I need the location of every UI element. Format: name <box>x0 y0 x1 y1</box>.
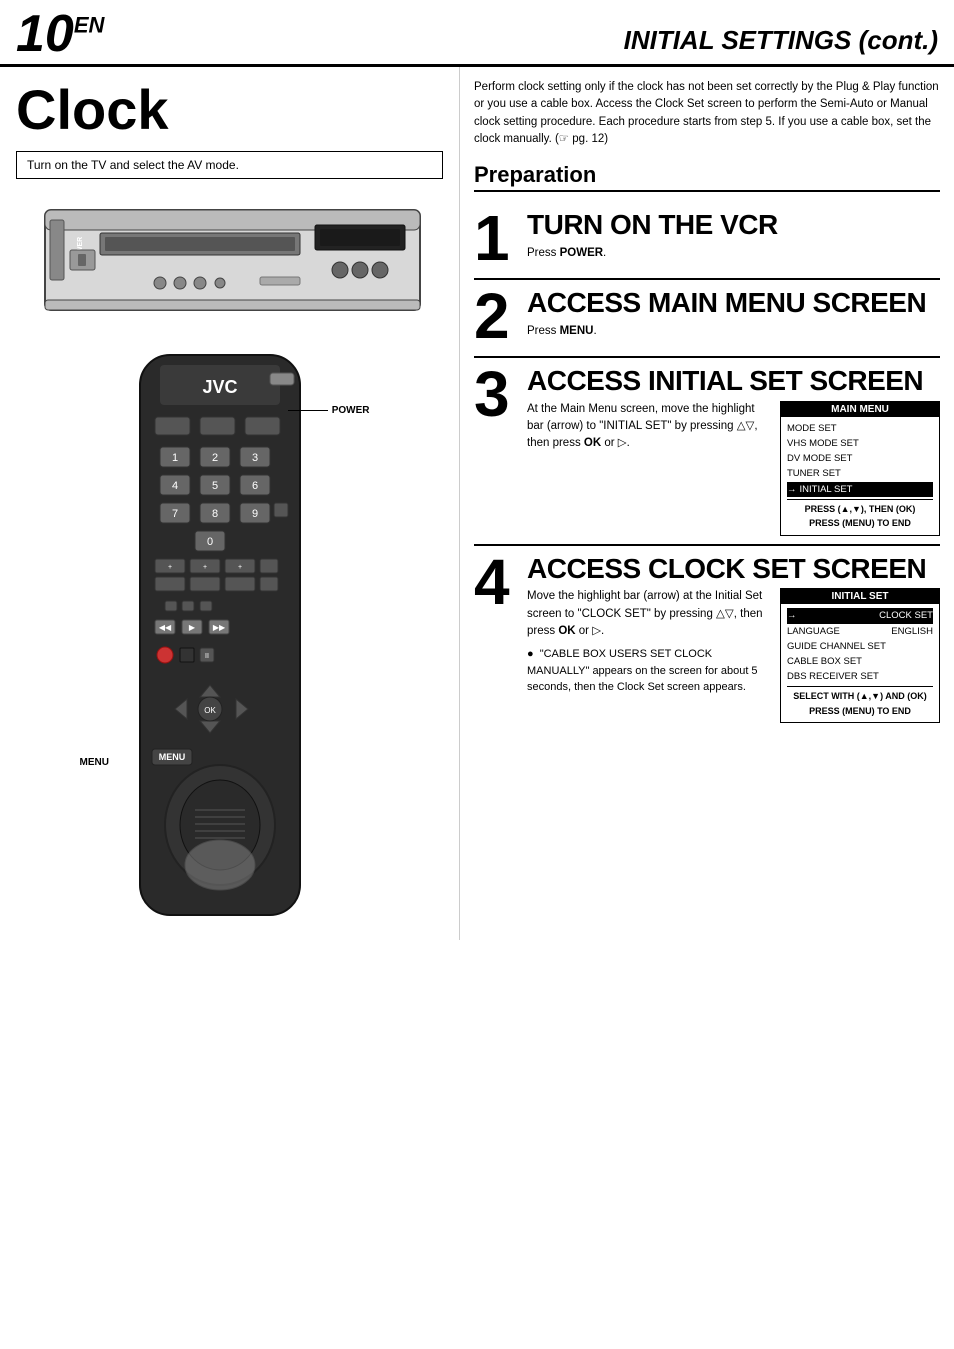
main-layout: Clock Turn on the TV and select the AV m… <box>0 67 954 940</box>
svg-text:▶▶: ▶▶ <box>212 623 225 632</box>
step-3-number: 3 <box>474 362 519 536</box>
remote-svg: JVC 1 2 3 4 5 <box>100 345 340 925</box>
svg-text:II: II <box>205 653 209 660</box>
step-3-content: ACCESS INITIAL SET SCREEN At the Main Me… <box>527 362 940 536</box>
initial-set-row-cable: CABLE BOX SET <box>787 654 933 669</box>
guide-label: GUIDE CHANNEL SET <box>787 639 886 654</box>
initial-set-row-guide: GUIDE CHANNEL SET <box>787 639 933 654</box>
menu-item-initial-set: INITIAL SET <box>787 482 933 497</box>
svg-text:2: 2 <box>211 452 217 464</box>
svg-text:+: + <box>167 564 171 571</box>
step-4-heading: ACCESS CLOCK SET SCREEN <box>527 554 940 585</box>
svg-text:0: 0 <box>206 536 212 548</box>
remote-area: POWER MENU JVC <box>16 345 443 928</box>
cable-note: "CABLE BOX USERS SET CLOCK MANUALLY" app… <box>527 646 772 696</box>
step-4-number: 4 <box>474 550 519 730</box>
language-label: LANGUAGE <box>787 624 840 639</box>
main-menu-title: MAIN MENU <box>781 402 939 417</box>
step-3-heading: ACCESS INITIAL SET SCREEN <box>527 366 940 397</box>
step-2-text-before: Press <box>527 325 560 337</box>
page-suffix: EN <box>74 13 105 38</box>
arrow-marker <box>787 608 799 623</box>
step-1: 1 TURN ON THE VCR Press POWER. <box>474 202 940 280</box>
remote-power-label: POWER <box>288 405 370 416</box>
step-3-inner: At the Main Menu screen, move the highli… <box>527 401 940 536</box>
initial-set-panel: INITIAL SET CLOCK SET LANGUAGE ENGLISH <box>780 588 940 723</box>
svg-text:7: 7 <box>171 508 177 520</box>
power-label-text: POWER <box>332 405 370 416</box>
svg-text:3: 3 <box>251 452 257 464</box>
menu-item-dv-mode-set: DV MODE SET <box>787 451 933 466</box>
page-number: 10EN <box>16 8 104 60</box>
page-number-value: 10 <box>16 5 74 63</box>
svg-text:▶: ▶ <box>188 623 195 632</box>
step-4-inner: Move the highlight bar (arrow) at the In… <box>527 588 940 729</box>
initial-set-row-language: LANGUAGE ENGLISH <box>787 624 933 639</box>
step-4-content: ACCESS CLOCK SET SCREEN Move the highlig… <box>527 550 940 730</box>
menu-item-tuner-set: TUNER SET <box>787 466 933 481</box>
step-2-text: Press MENU. <box>527 323 940 340</box>
step-1-number: 1 <box>474 206 519 270</box>
svg-text:MENU: MENU <box>158 752 185 762</box>
step-2-content: ACCESS MAIN MENU SCREEN Press MENU. <box>527 284 940 348</box>
header-title: INITIAL SETTINGS (cont.) <box>624 25 938 60</box>
remote-wrapper: POWER MENU JVC <box>100 345 360 928</box>
step-3-text: At the Main Menu screen, move the highli… <box>527 401 772 536</box>
page-header: 10EN INITIAL SETTINGS (cont.) <box>0 0 954 67</box>
cable-label: CABLE BOX SET <box>787 654 862 669</box>
svg-text:OK: OK <box>204 706 216 715</box>
main-menu-body: MODE SET VHS MODE SET DV MODE SET TUNER … <box>781 417 939 535</box>
step-3: 3 ACCESS INITIAL SET SCREEN At the Main … <box>474 358 940 546</box>
dbs-label: DBS RECEIVER SET <box>787 669 879 684</box>
menu-label-text: MENU <box>80 757 109 768</box>
svg-text:JVC: JVC <box>202 377 237 397</box>
vcr-svg: POWER <box>40 195 430 325</box>
step-2-number: 2 <box>474 284 519 348</box>
left-column: Clock Turn on the TV and select the AV m… <box>0 67 460 940</box>
initial-set-footer: SELECT WITH (▲,▼) AND (OK)PRESS (MENU) T… <box>787 686 933 718</box>
initial-set-title: INITIAL SET <box>781 589 939 604</box>
language-value: ENGLISH <box>891 624 933 639</box>
clock-set-label: CLOCK SET <box>879 608 933 623</box>
svg-text:6: 6 <box>251 480 257 492</box>
svg-text:◀◀: ◀◀ <box>158 623 171 632</box>
step-4-right: INITIAL SET CLOCK SET LANGUAGE ENGLISH <box>780 588 940 729</box>
menu-item-vhs-mode-set: VHS MODE SET <box>787 436 933 451</box>
intro-text: Perform clock setting only if the clock … <box>474 79 940 148</box>
menu-item-mode-set: MODE SET <box>787 421 933 436</box>
svg-text:8: 8 <box>211 508 217 520</box>
right-column: Perform clock setting only if the clock … <box>460 67 954 940</box>
step-1-text-after: . <box>603 247 606 259</box>
svg-text:9: 9 <box>251 508 257 520</box>
svg-text:5: 5 <box>211 480 217 492</box>
step-2: 2 ACCESS MAIN MENU SCREEN Press MENU. <box>474 280 940 358</box>
preparation-title: Preparation <box>474 162 940 192</box>
step-1-text: Press POWER. <box>527 245 940 262</box>
vcr-diagram: POWER <box>40 195 420 325</box>
step-2-text-after: . <box>593 325 596 337</box>
step-1-text-before: Press <box>527 247 560 259</box>
main-menu-footer: PRESS (▲,▼), THEN (OK)PRESS (MENU) TO EN… <box>787 499 933 531</box>
step-1-content: TURN ON THE VCR Press POWER. <box>527 206 940 270</box>
step-1-heading: TURN ON THE VCR <box>527 210 940 241</box>
remote-menu-label: MENU <box>80 757 109 768</box>
svg-text:1: 1 <box>171 452 177 464</box>
main-menu-panel: MAIN MENU MODE SET VHS MODE SET DV MODE … <box>780 401 940 536</box>
step-2-heading: ACCESS MAIN MENU SCREEN <box>527 288 940 319</box>
step-2-bold: MENU <box>560 325 594 337</box>
step-4-text: Move the highlight bar (arrow) at the In… <box>527 588 772 729</box>
svg-text:+: + <box>237 564 241 571</box>
section-title: Clock <box>16 79 443 141</box>
svg-text:+: + <box>202 564 206 571</box>
instruction-text: Turn on the TV and select the AV mode. <box>27 158 239 172</box>
step-4: 4 ACCESS CLOCK SET SCREEN Move the highl… <box>474 546 940 738</box>
instruction-box: Turn on the TV and select the AV mode. <box>16 151 443 179</box>
svg-text:4: 4 <box>171 480 177 492</box>
step-1-bold: POWER <box>560 247 603 259</box>
initial-set-body: CLOCK SET LANGUAGE ENGLISH GUIDE CHANNEL… <box>781 604 939 722</box>
initial-set-row-dbs: DBS RECEIVER SET <box>787 669 933 684</box>
initial-set-row-clock: CLOCK SET <box>787 608 933 623</box>
